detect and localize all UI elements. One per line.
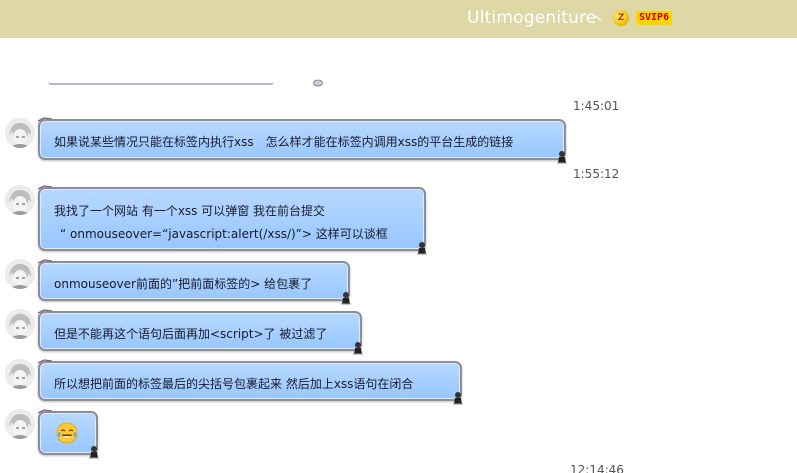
avatar[interactable]	[5, 259, 35, 289]
chibi-figure-icon	[89, 446, 99, 459]
message-text: 但是不能再这个语句后面再加<script>了 被过滤了	[54, 327, 328, 341]
bubble-ribbon-icon	[38, 409, 52, 414]
anime-avatar-icon	[5, 359, 35, 389]
anime-avatar-icon	[5, 185, 35, 215]
anime-avatar-icon	[5, 309, 35, 339]
bubble-ribbon-icon	[38, 259, 52, 264]
bubble-ribbon-icon	[38, 185, 52, 190]
message-text: 我找了一个网站 有一个xss 可以弹窗 我在前台提交	[54, 204, 326, 218]
message-text: “ onmouseover=“javascript:alert(/xss/)”>…	[60, 227, 388, 241]
bubble-edge-line	[48, 82, 274, 85]
chat-title[interactable]: Ultimogeniture	[467, 8, 597, 28]
avatar[interactable]	[5, 309, 35, 339]
chibi-figure-icon	[453, 392, 463, 405]
bubble-ribbon-icon	[38, 309, 52, 314]
anime-avatar-icon	[5, 118, 35, 148]
anime-avatar-icon	[5, 409, 35, 439]
chat-header: Ultimogeniture 丶 Z SVIP6	[0, 0, 797, 38]
chibi-figure-icon	[353, 342, 363, 355]
avatar[interactable]	[5, 118, 35, 148]
title-suffix: 丶	[591, 12, 605, 28]
message-timestamp: 1:55:12	[573, 167, 620, 181]
chibi-figure-icon	[417, 242, 427, 255]
message-text: onmouseover前面的”把前面标签的> 给包裹了	[54, 277, 313, 291]
tears-of-joy-emoji-icon	[56, 422, 78, 444]
chibi-figure-icon	[341, 292, 351, 305]
message-bubble[interactable]: 但是不能再这个语句后面再加<script>了 被过滤了	[38, 309, 363, 355]
bubble-ribbon-icon	[38, 117, 52, 122]
bubble-ribbon-icon	[38, 359, 52, 364]
message-bubble[interactable]	[38, 409, 99, 459]
message-bubble[interactable]: 所以想把前面的标签最后的尖括号包裹起来 然后加上xss语句在闭合	[38, 359, 463, 405]
avatar[interactable]	[5, 409, 35, 439]
message-bubble[interactable]: onmouseover前面的”把前面标签的> 给包裹了	[38, 259, 351, 305]
level-icon: Z	[613, 10, 629, 26]
avatar[interactable]	[5, 185, 35, 215]
chibi-figure-icon	[557, 151, 567, 164]
message-text: 如果说某些情况只能在标签内执行xss 怎么样才能在标签内调用xss的平台生成的链…	[54, 135, 514, 149]
vip-badge: SVIP6	[636, 11, 673, 25]
message-bubble[interactable]: 我找了一个网站 有一个xss 可以弹窗 我在前台提交 “ onmouseover…	[38, 185, 427, 255]
anime-avatar-icon	[5, 259, 35, 289]
message-timestamp: 1:45:01	[573, 99, 620, 113]
bubble-corner-icon	[313, 79, 323, 87]
avatar[interactable]	[5, 359, 35, 389]
previous-message-edge	[48, 77, 323, 87]
message-text: 所以想把前面的标签最后的尖括号包裹起来 然后加上xss语句在闭合	[54, 377, 414, 391]
message-bubble[interactable]: 如果说某些情况只能在标签内执行xss 怎么样才能在标签内调用xss的平台生成的链…	[38, 117, 567, 164]
message-timestamp: 12:14:46	[570, 463, 624, 473]
